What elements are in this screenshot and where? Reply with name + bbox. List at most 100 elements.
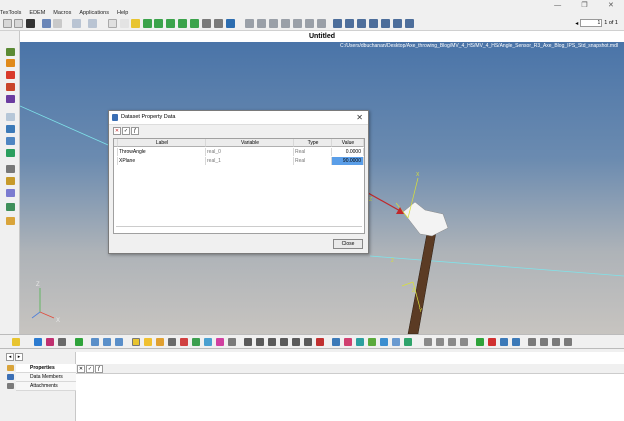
- menu-edem[interactable]: EDEM: [29, 10, 45, 16]
- window-2-icon[interactable]: [345, 19, 354, 28]
- assembly-icon[interactable]: [500, 338, 508, 346]
- solver-variable-icon[interactable]: [344, 338, 352, 346]
- curve-icon[interactable]: [6, 95, 15, 103]
- flex-body-icon[interactable]: [216, 338, 224, 346]
- equation-icon[interactable]: [460, 338, 468, 346]
- fit-icon[interactable]: [131, 19, 140, 28]
- panel-delete-icon[interactable]: ✕: [77, 365, 85, 373]
- motion-entity-icon[interactable]: [268, 338, 276, 346]
- system-icon[interactable]: [512, 338, 520, 346]
- view-front-icon[interactable]: [143, 19, 152, 28]
- delete-row-icon[interactable]: ✕: [113, 127, 121, 135]
- joint-entity-icon[interactable]: [180, 338, 188, 346]
- tab-attachments[interactable]: Attachments: [16, 382, 76, 391]
- contact-icon[interactable]: [6, 177, 15, 185]
- spline-icon[interactable]: [6, 71, 15, 79]
- arc-icon[interactable]: [6, 83, 15, 91]
- expression-icon[interactable]: [424, 338, 432, 346]
- spring-icon[interactable]: [6, 165, 15, 173]
- window-5-icon[interactable]: [381, 19, 390, 28]
- spline-entity-icon[interactable]: [356, 338, 364, 346]
- force-icon[interactable]: [6, 137, 15, 145]
- row-type-cell[interactable]: Real: [294, 157, 332, 165]
- dialog-close-icon[interactable]: ✕: [356, 113, 363, 122]
- rotate-icon[interactable]: [293, 19, 302, 28]
- stop-icon[interactable]: [488, 338, 496, 346]
- bushing-icon[interactable]: [192, 338, 200, 346]
- header-label[interactable]: Label: [118, 139, 206, 147]
- zoom-in-icon[interactable]: [245, 19, 254, 28]
- row-value-cell[interactable]: 0.0000: [332, 148, 364, 156]
- check-icon[interactable]: [75, 338, 83, 346]
- marker-entity-icon[interactable]: [168, 338, 176, 346]
- run-icon[interactable]: [476, 338, 484, 346]
- graphic-entity-icon[interactable]: [156, 338, 164, 346]
- header-value[interactable]: Value: [332, 139, 364, 147]
- table-row[interactable]: XPlane real_1 Real 90.0000: [114, 157, 364, 165]
- tab-properties[interactable]: Properties: [16, 364, 76, 373]
- force-entity-icon[interactable]: [244, 338, 252, 346]
- page-number-input[interactable]: 1: [580, 19, 603, 27]
- dialog-title-bar[interactable]: Dataset Property Data ✕: [109, 111, 368, 125]
- view-bottom-icon[interactable]: [178, 19, 187, 28]
- material-icon[interactable]: [46, 338, 54, 346]
- restore-button[interactable]: ❐: [581, 1, 587, 9]
- table-icon[interactable]: [564, 338, 572, 346]
- zoom-icon[interactable]: [108, 19, 117, 28]
- tab-data-members[interactable]: Data Members: [16, 373, 76, 382]
- view-iso-icon[interactable]: [202, 19, 211, 28]
- header-variable[interactable]: Variable: [206, 139, 294, 147]
- horizontal-scrollbar[interactable]: [116, 226, 362, 231]
- image-3-icon[interactable]: [115, 338, 123, 346]
- view-back-icon[interactable]: [154, 19, 163, 28]
- row-value-cell-selected[interactable]: 90.0000: [332, 157, 364, 165]
- close-window-button[interactable]: ✕: [608, 1, 614, 9]
- row-label-cell[interactable]: XPlane: [118, 157, 206, 165]
- output-icon[interactable]: [316, 338, 324, 346]
- beam-icon[interactable]: [204, 338, 212, 346]
- panel-formula-icon[interactable]: ƒ: [95, 365, 103, 373]
- cut-icon[interactable]: [42, 19, 51, 28]
- joint-icon[interactable]: [6, 125, 15, 133]
- window-4-icon[interactable]: [369, 19, 378, 28]
- move-icon[interactable]: [305, 19, 314, 28]
- display-icon[interactable]: [226, 19, 235, 28]
- hand-icon[interactable]: [281, 19, 290, 28]
- form-icon[interactable]: [392, 338, 400, 346]
- window-3-icon[interactable]: [357, 19, 366, 28]
- menu-applications[interactable]: Applications: [79, 10, 109, 16]
- formula-icon[interactable]: ƒ: [131, 127, 139, 135]
- copy-icon[interactable]: [53, 19, 62, 28]
- motion-icon[interactable]: [6, 149, 15, 157]
- accept-icon[interactable]: ✓: [122, 127, 130, 135]
- sensor-entity-icon[interactable]: [292, 338, 300, 346]
- view-top-icon[interactable]: [166, 19, 175, 28]
- view-left-icon[interactable]: [190, 19, 199, 28]
- template-icon[interactable]: [380, 338, 388, 346]
- dataset-entity-icon[interactable]: [404, 338, 412, 346]
- graphic-icon[interactable]: [6, 203, 15, 211]
- view-right-icon[interactable]: [214, 19, 223, 28]
- library-icon[interactable]: [528, 338, 536, 346]
- body-icon[interactable]: [6, 113, 15, 121]
- light-icon[interactable]: [12, 338, 20, 346]
- header-type[interactable]: Type: [294, 139, 332, 147]
- undo-icon[interactable]: [72, 19, 81, 28]
- page-prev-icon[interactable]: ◂: [575, 20, 578, 27]
- save-icon[interactable]: [26, 19, 35, 28]
- color-wheel-icon[interactable]: [34, 338, 42, 346]
- image-icon[interactable]: [91, 338, 99, 346]
- torque-icon[interactable]: [256, 338, 264, 346]
- table-row[interactable]: ThrowAngle real_0 Real 0.0000: [114, 148, 364, 156]
- window-7-icon[interactable]: [405, 19, 414, 28]
- window-6-icon[interactable]: [393, 19, 402, 28]
- menu-textools[interactable]: TexTools: [0, 10, 21, 16]
- image-2-icon[interactable]: [103, 338, 111, 346]
- open-file-icon[interactable]: [14, 19, 23, 28]
- select-icon[interactable]: [120, 19, 129, 28]
- menu-macros[interactable]: Macros: [53, 10, 71, 16]
- panel-accept-icon[interactable]: ✓: [86, 365, 94, 373]
- close-button[interactable]: Close: [333, 239, 363, 249]
- function-icon[interactable]: [436, 338, 444, 346]
- new-file-icon[interactable]: [3, 19, 12, 28]
